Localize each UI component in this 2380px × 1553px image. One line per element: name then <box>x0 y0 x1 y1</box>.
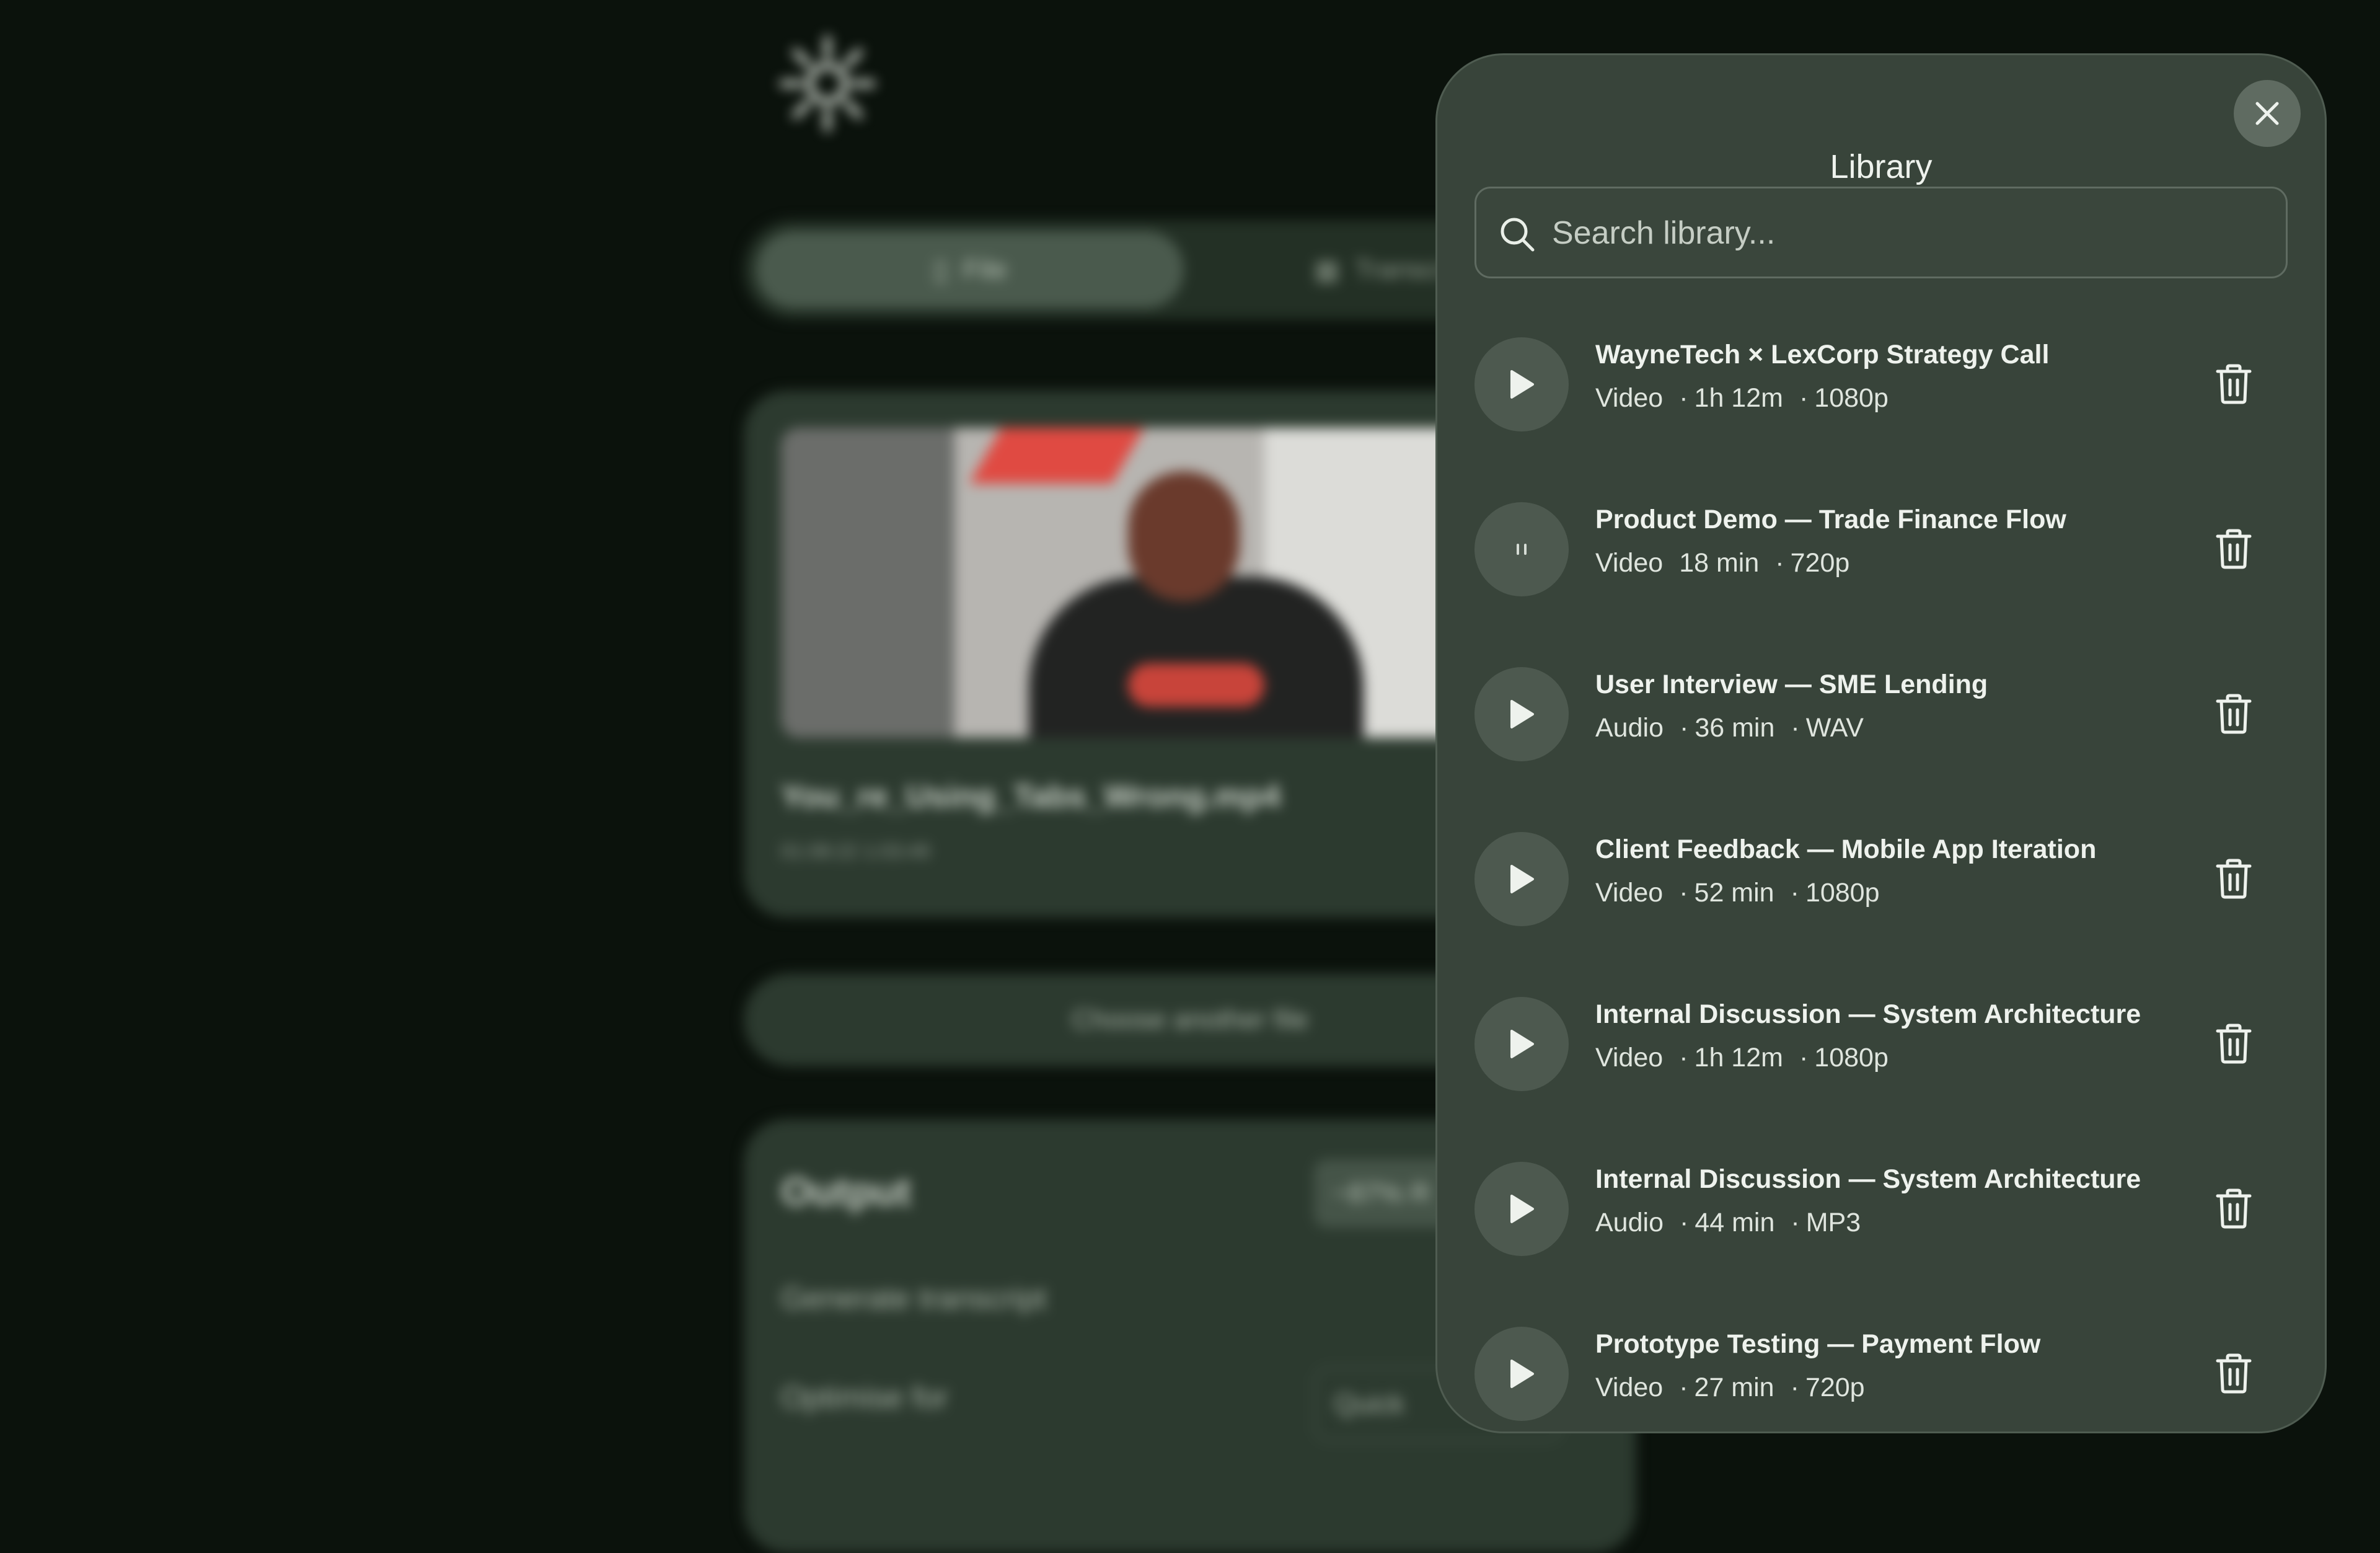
item-duration: 27 min <box>1679 1373 1774 1402</box>
search-icon <box>1501 218 1535 252</box>
trash-icon <box>2216 364 2252 404</box>
trash-icon <box>2216 859 2252 899</box>
play-button[interactable] <box>1474 997 1569 1091</box>
item-type: Video <box>1595 1043 1664 1073</box>
generate-transcript-label: Generate transcript <box>781 1281 1046 1316</box>
pause-icon <box>1517 544 1527 555</box>
list-item[interactable]: Product Demo — Trade Finance Flow Video 1… <box>1474 502 2293 667</box>
output-title: Output <box>781 1169 911 1214</box>
delete-button[interactable] <box>2209 689 2259 739</box>
item-meta: Video 1h 12m 1080p <box>1595 381 1905 415</box>
item-quality: 1080p <box>1799 383 1889 413</box>
item-meta: Video 27 min 720p <box>1595 1370 1881 1405</box>
library-title: Library <box>1830 148 1933 185</box>
delete-button[interactable] <box>2209 524 2259 574</box>
file-meta: 01:08:22 1:03:49 <box>781 840 930 862</box>
trash-icon <box>2216 1353 2252 1394</box>
file-name: You_re_Using_Tabs_Wrong.mp4 <box>781 779 1281 815</box>
optimise-for-label: Optimise for <box>781 1380 948 1415</box>
list-item[interactable]: WayneTech × LexCorp Strategy Call Video 1… <box>1474 337 2293 502</box>
item-meta: Audio 36 min WAV <box>1595 710 1880 745</box>
delete-button[interactable] <box>2209 854 2259 904</box>
item-duration: 52 min <box>1679 878 1774 908</box>
video-thumbnail[interactable] <box>781 428 1469 738</box>
item-meta: Video 18 min 720p <box>1595 546 1866 580</box>
item-type: Video <box>1595 383 1664 413</box>
tab-file-label: File <box>963 254 1007 285</box>
trash-icon <box>2216 1188 2252 1229</box>
item-type: Audio <box>1595 1208 1664 1237</box>
play-icon <box>1510 700 1534 728</box>
item-duration: 1h 12m <box>1679 1043 1783 1073</box>
library-list: WayneTech × LexCorp Strategy Call Video 1… <box>1474 337 2293 1431</box>
item-title: Client Feedback — Mobile App Iteration <box>1595 834 2097 864</box>
list-item[interactable]: Prototype Testing — Payment Flow Video 27… <box>1474 1327 2293 1431</box>
play-button[interactable] <box>1474 1327 1569 1421</box>
search-box <box>1474 187 2288 278</box>
item-title: Internal Discussion — System Architectur… <box>1595 999 2141 1029</box>
item-duration: 44 min <box>1680 1208 1774 1237</box>
list-item[interactable]: User Interview — SME Lending Audio 36 min… <box>1474 667 2293 832</box>
close-icon <box>2255 102 2279 125</box>
play-button[interactable] <box>1474 502 1569 596</box>
play-button[interactable] <box>1474 832 1569 926</box>
item-meta: Video 1h 12m 1080p <box>1595 1040 1905 1075</box>
item-type: Video <box>1595 1373 1664 1402</box>
item-duration: 18 min <box>1679 548 1760 578</box>
item-duration: 1h 12m <box>1679 383 1783 413</box>
item-meta: Audio 44 min MP3 <box>1595 1205 1877 1240</box>
trash-icon <box>2216 1024 2252 1064</box>
play-button[interactable] <box>1474 1162 1569 1256</box>
trash-icon <box>2216 694 2252 734</box>
item-meta: Video 52 min 1080p <box>1595 875 1896 910</box>
tab-file[interactable]: ▯ File <box>756 231 1184 308</box>
search-input[interactable] <box>1551 188 2266 278</box>
delete-button[interactable] <box>2209 1184 2259 1234</box>
list-item[interactable]: Internal Discussion — System Architectur… <box>1474 997 2293 1162</box>
item-quality: 720p <box>1775 548 1849 578</box>
play-icon <box>1510 1195 1534 1223</box>
item-title: Product Demo — Trade Finance Flow <box>1595 505 2066 534</box>
delete-button[interactable] <box>2209 1349 2259 1399</box>
item-title: Prototype Testing — Payment Flow <box>1595 1329 2041 1359</box>
item-quality: 1080p <box>1799 1043 1889 1073</box>
list-item[interactable]: Client Feedback — Mobile App Iteration V… <box>1474 832 2293 997</box>
list-item[interactable]: Internal Discussion — System Architectur… <box>1474 1162 2293 1327</box>
delete-button[interactable] <box>2209 360 2259 409</box>
item-type: Video <box>1595 878 1664 908</box>
item-type: Audio <box>1595 713 1664 743</box>
close-button[interactable] <box>2234 80 2301 147</box>
item-quality: MP3 <box>1791 1208 1861 1237</box>
item-title: User Interview — SME Lending <box>1595 670 1988 699</box>
item-title: Internal Discussion — System Architectur… <box>1595 1164 2141 1194</box>
grid-icon: ▦ <box>1314 254 1340 285</box>
item-duration: 36 min <box>1680 713 1774 743</box>
item-quality: WAV <box>1791 713 1864 743</box>
play-icon <box>1510 1360 1534 1388</box>
play-icon <box>1510 370 1534 399</box>
play-icon <box>1510 865 1534 893</box>
file-icon: ▯ <box>933 254 948 285</box>
sun-logo-icon <box>779 35 876 132</box>
library-panel: Library WayneTech × LexCorp Strategy Cal… <box>1435 53 2327 1433</box>
delete-button[interactable] <box>2209 1019 2259 1069</box>
item-type: Video <box>1595 548 1664 578</box>
play-button[interactable] <box>1474 337 1569 431</box>
play-icon <box>1510 1030 1534 1058</box>
play-button[interactable] <box>1474 667 1569 761</box>
item-quality: 1080p <box>1791 878 1880 908</box>
item-quality: 720p <box>1791 1373 1865 1402</box>
item-title: WayneTech × LexCorp Strategy Call <box>1595 340 2050 369</box>
trash-icon <box>2216 529 2252 569</box>
